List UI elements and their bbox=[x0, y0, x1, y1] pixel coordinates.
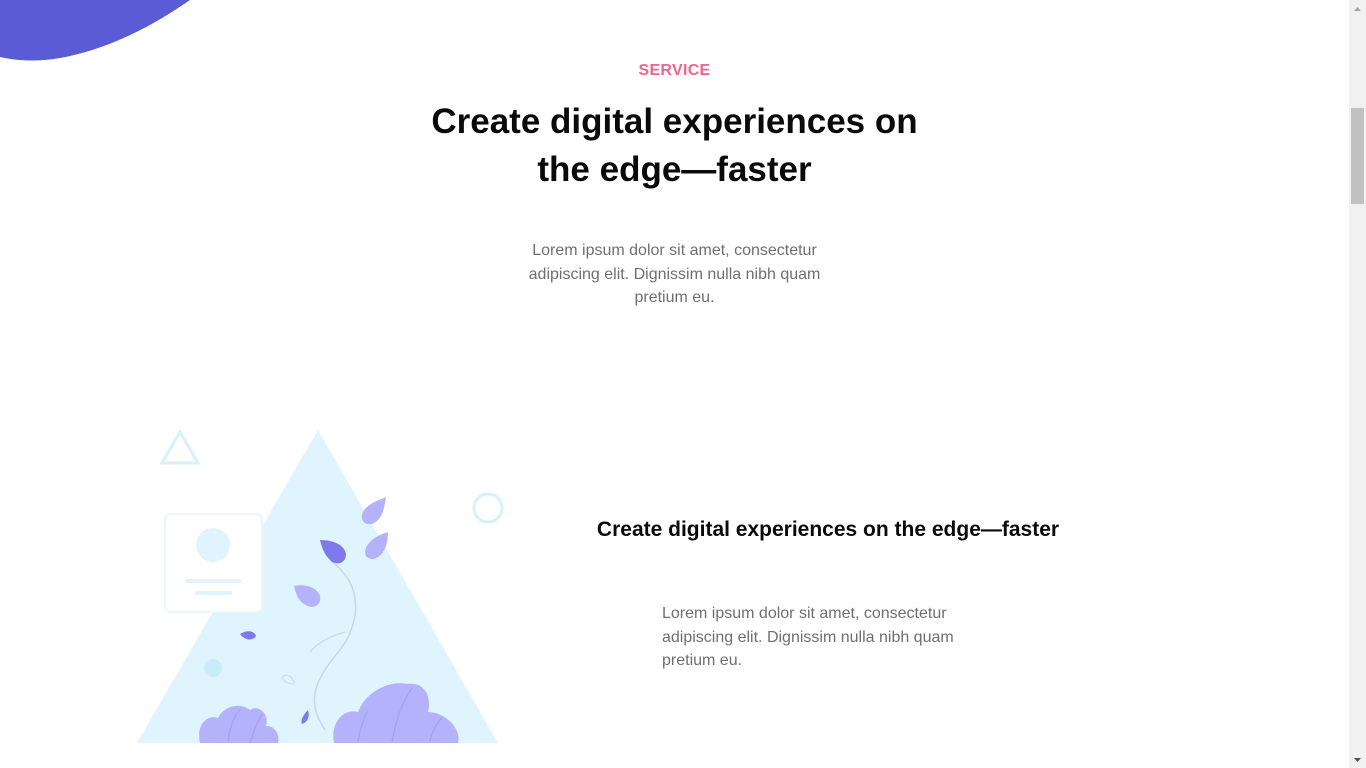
outline-circle-icon bbox=[472, 492, 504, 524]
scroll-up-button[interactable] bbox=[1349, 0, 1366, 17]
outline-triangle-icon bbox=[159, 429, 201, 465]
feature-description: Lorem ipsum dolor sit amet, consectetur … bbox=[662, 605, 954, 669]
scroll-thumb[interactable] bbox=[1351, 108, 1364, 204]
section-label: SERVICE bbox=[638, 62, 711, 79]
chevron-up-icon bbox=[1354, 6, 1361, 11]
scroll-down-button[interactable] bbox=[1349, 751, 1366, 768]
page: SERVICE Create digital experiences on th… bbox=[0, 0, 1349, 768]
leaf-icon bbox=[361, 497, 386, 525]
feature-title: Create digital experiences on the edge—f… bbox=[596, 518, 1060, 541]
plant-triangle-illustration bbox=[137, 429, 504, 744]
chevron-down-icon bbox=[1354, 757, 1361, 762]
decorative-blob bbox=[0, 0, 190, 61]
section-title: Create digital experiences on the edge—f… bbox=[431, 102, 918, 189]
dot-icon bbox=[204, 659, 222, 677]
vertical-scrollbar[interactable] bbox=[1349, 0, 1366, 768]
section-description: Lorem ipsum dolor sit amet, consectetur … bbox=[528, 242, 821, 306]
profile-card-icon bbox=[164, 513, 263, 613]
